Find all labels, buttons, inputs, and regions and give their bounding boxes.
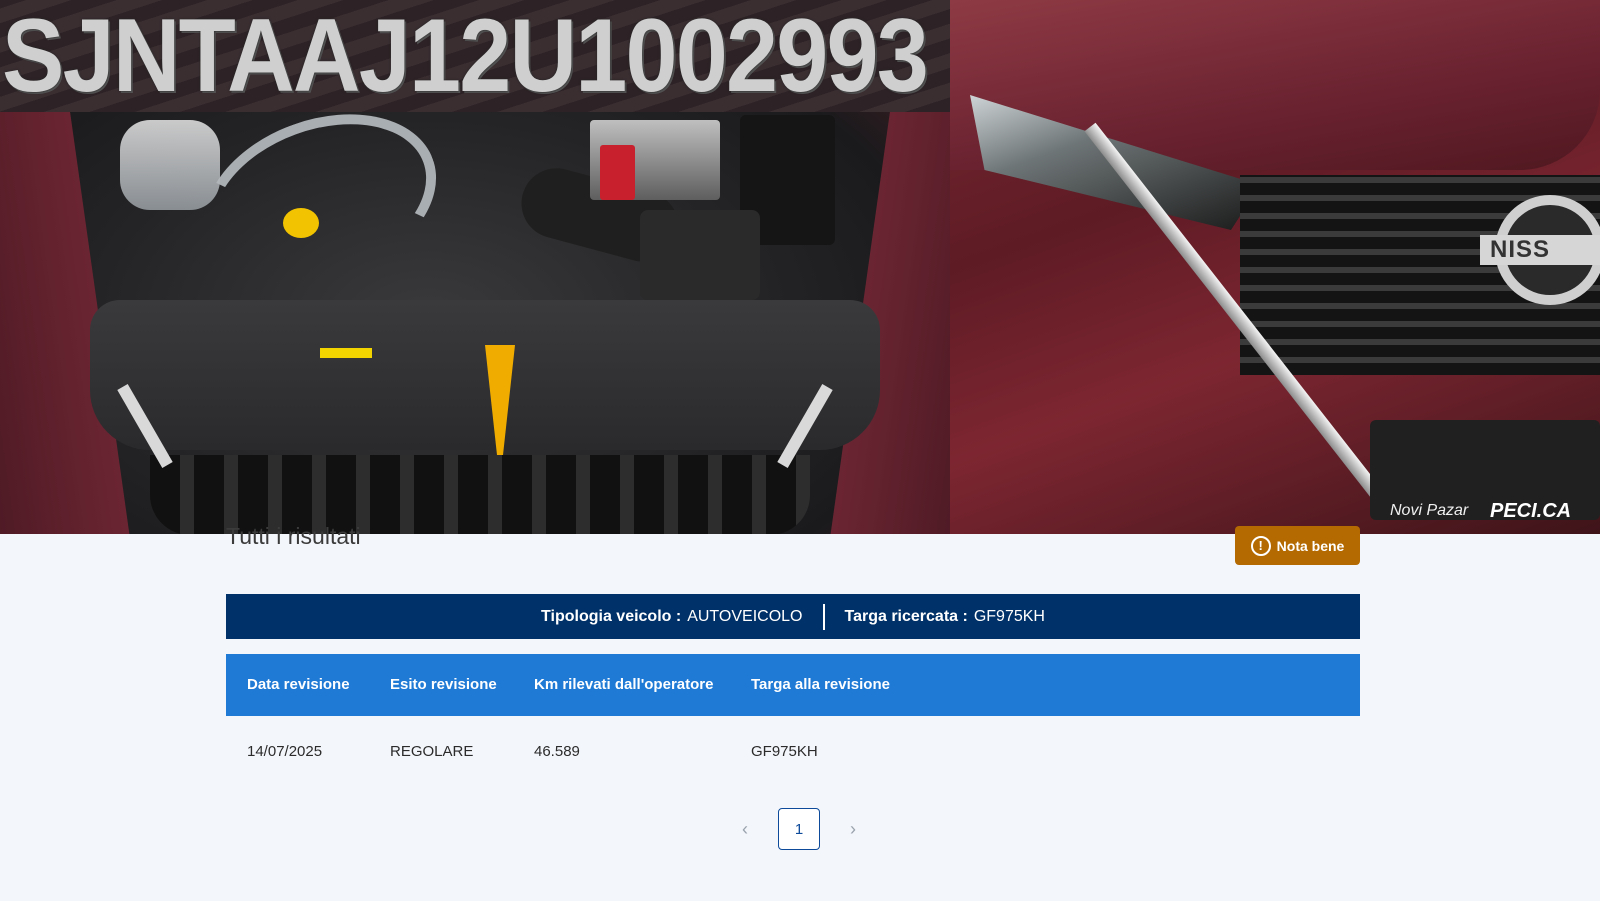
table-row: 14/07/2025 REGOLARE 46.589 GF975KH [226,730,1360,774]
cell-plate: GF975KH [751,743,818,760]
column-header-date: Data revisione [247,676,350,693]
prev-page-icon[interactable]: ‹ [730,809,760,849]
column-header-plate: Targa alla revisione [751,676,890,693]
coolant-reservoir [120,120,220,210]
car-front-photo: NISS Novi Pazar PECI.CA [950,0,1600,534]
pagination: ‹ 1 › [730,808,868,850]
results-title: Tutti i risultati [226,523,361,549]
nota-bene-button[interactable]: ! Nota bene [1235,526,1360,565]
page-1-button[interactable]: 1 [778,808,820,850]
searched-plate-group: Targa ricercata : GF975KH [845,608,1045,626]
table-header: Data revisione Esito revisione Km rileva… [226,654,1360,716]
vehicle-info-bar: Tipologia veicolo : AUTOVEICOLO Targa ri… [226,594,1360,639]
column-header-km: Km rilevati dall'operatore [534,676,714,693]
engine-bay-photo: SJNTAAJ12U1002993 [0,0,950,534]
intake-pipes [179,83,461,317]
engine-cover [90,300,880,450]
nota-bene-label: Nota bene [1276,537,1345,554]
cell-date: 14/07/2025 [247,743,323,760]
oil-cap [283,208,319,238]
air-box [640,210,760,300]
battery-terminal [600,145,635,200]
watermark-city: Novi Pazar [1390,502,1469,519]
searched-plate-value: GF975KH [973,607,1045,625]
cell-km: 46.589 [534,743,580,760]
info-alert-icon: ! [1250,535,1271,556]
vehicle-type-value: AUTOVEICOLO [687,607,803,625]
warning-sticker [320,348,372,358]
next-page-icon[interactable]: › [838,809,868,849]
photo-collage: SJNTAAJ12U1002993 NISS Novi Pazar PECI.C… [0,0,1600,534]
cell-result: REGOLARE [390,743,474,760]
vehicle-bar-divider [822,603,825,630]
vehicle-type-label: Tipologia veicolo : [541,607,682,625]
vin-number: SJNTAAJ12U1002993 [2,0,929,114]
vin-plate: SJNTAAJ12U1002993 [0,0,950,112]
column-header-result: Esito revisione [390,676,497,693]
vehicle-type-group: Tipologia veicolo : AUTOVEICOLO [541,608,802,626]
searched-plate-label: Targa ricercata : [844,607,968,625]
brand-badge-text: NISS [1490,236,1551,263]
watermark-brand: PECI.CA [1490,500,1572,522]
